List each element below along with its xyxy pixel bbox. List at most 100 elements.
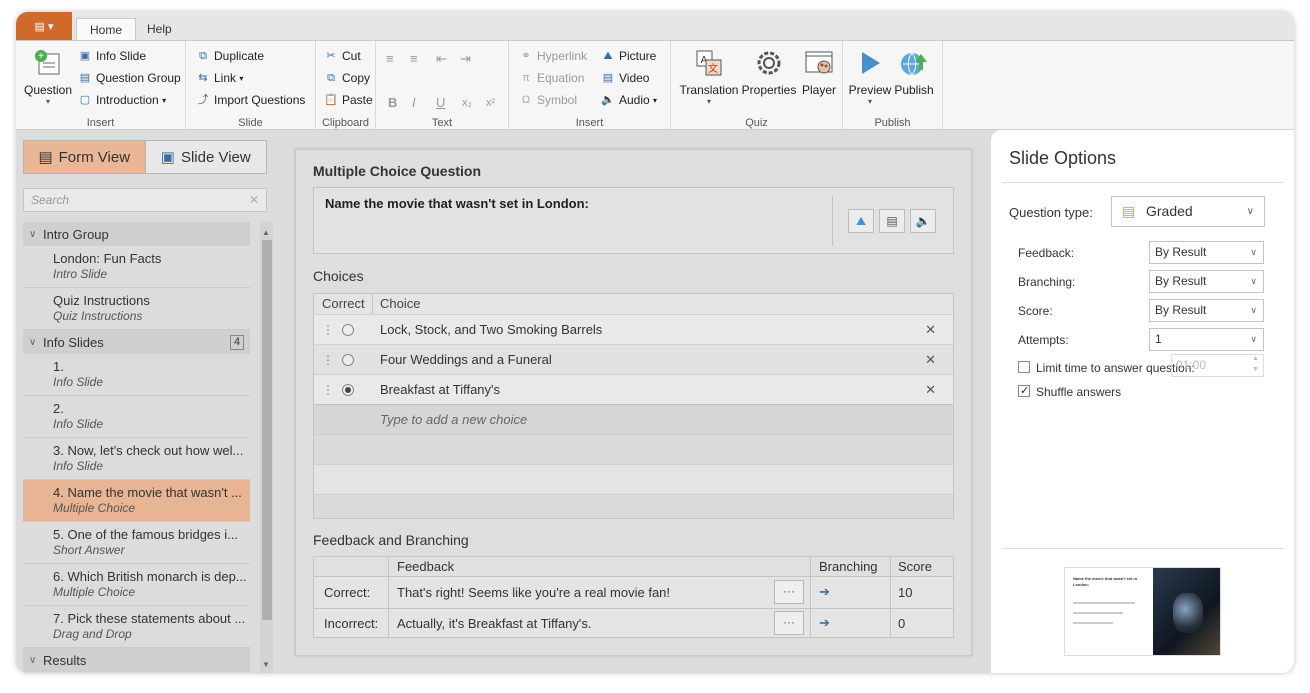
feedback-text-correct[interactable]: That's right! Seems like you're a real m… <box>397 585 670 600</box>
tab-help[interactable]: Help <box>134 18 185 40</box>
spinner-icon[interactable]: ▲ ▼ <box>1252 353 1259 375</box>
scrollbar-thumb[interactable] <box>262 240 272 620</box>
decrease-indent-icon[interactable]: ⇤ <box>436 51 447 67</box>
translation-button[interactable]: A文 Translation ▾ <box>677 47 741 106</box>
duplicate-button[interactable]: ⧉ Duplicate <box>196 49 264 63</box>
shuffle-answers-checkbox[interactable] <box>1018 384 1030 397</box>
form-view-button[interactable]: ▤ Form View <box>24 141 146 173</box>
clear-search-icon[interactable]: ✕ <box>249 189 259 211</box>
cut-button[interactable]: ✂ Cut <box>324 49 360 63</box>
increase-indent-icon[interactable]: ⇥ <box>460 51 471 67</box>
feedback-text-incorrect[interactable]: Actually, it's Breakfast at Tiffany's. <box>397 616 592 631</box>
superscript-button[interactable]: x² <box>486 97 495 109</box>
choice-row[interactable]: ⋮ Lock, Stock, and Two Smoking Barrels ✕ <box>314 314 953 344</box>
branching-dropdown[interactable]: By Result ∨ <box>1149 270 1264 293</box>
more-options-button[interactable]: ··· <box>774 611 804 635</box>
delete-icon[interactable]: ✕ <box>925 382 936 398</box>
drag-handle-icon[interactable]: ⋮ <box>322 383 334 397</box>
new-choice-row[interactable]: Type to add a new choice <box>314 404 953 434</box>
choice-row[interactable]: ⋮ Four Weddings and a Funeral ✕ <box>314 344 953 374</box>
search-input[interactable]: Search ✕ <box>23 188 267 212</box>
limit-time-checkbox[interactable] <box>1018 361 1030 373</box>
symbol-button[interactable]: Ω Symbol <box>519 93 577 107</box>
list-item[interactable]: Quiz Instructions Quiz Instructions <box>23 288 250 330</box>
branch-arrow-icon[interactable]: ➔ <box>819 615 830 631</box>
branch-arrow-icon[interactable]: ➔ <box>819 584 830 600</box>
insert-image-button[interactable]: ⛰ <box>848 209 874 233</box>
numbered-list-icon[interactable]: ≡ <box>410 51 418 66</box>
score-incorrect[interactable]: 0 <box>898 616 905 631</box>
info-slide-button[interactable]: ▣ Info Slide <box>78 49 146 63</box>
slide-thumbnail[interactable]: Name the movie that wasn't set in London… <box>1064 567 1221 656</box>
publish-button[interactable]: Publish <box>893 47 935 97</box>
scroll-up-icon[interactable]: ▲ <box>262 228 270 237</box>
question-group-button[interactable]: ▤ Question Group <box>78 71 181 85</box>
list-item[interactable]: 1. Info Slide <box>23 354 250 396</box>
thumbnail-line <box>1073 622 1113 624</box>
link-button[interactable]: ⇆ Link ▾ <box>196 71 243 85</box>
chevron-down-icon: ▾ <box>653 95 658 105</box>
player-button[interactable]: Player <box>799 47 839 97</box>
attempts-dropdown[interactable]: 1 ∨ <box>1149 328 1264 351</box>
list-item[interactable]: 2. Info Slide <box>23 396 250 438</box>
correct-radio-selected[interactable] <box>342 383 354 396</box>
more-options-button[interactable]: ··· <box>774 580 804 604</box>
slide-group: ⧉ Duplicate ⇆ Link ▾ ⤴ Import Questions Sli… <box>186 41 316 131</box>
scrollbar[interactable]: ▲ ▼ <box>260 222 273 673</box>
list-item-selected[interactable]: 4. Name the movie that wasn't ... Multipl… <box>23 480 250 522</box>
correct-radio[interactable] <box>342 353 354 366</box>
question-text-field[interactable]: Name the movie that wasn't set in London… <box>313 187 954 254</box>
tab-home[interactable]: Home <box>76 18 137 40</box>
underline-button[interactable]: U <box>436 95 445 110</box>
italic-button[interactable]: I <box>412 95 416 110</box>
list-item[interactable]: 7. Pick these statements about ... Drag a… <box>23 606 250 648</box>
picture-button[interactable]: ⛰ Picture <box>601 49 656 63</box>
group-label-slide: Slide <box>238 117 263 129</box>
list-item[interactable]: London: Fun Facts Intro Slide <box>23 246 250 288</box>
group-header[interactable]: ∨ Info Slides 4 <box>23 330 250 354</box>
insert-audio-button[interactable]: 🔈 <box>910 209 936 233</box>
time-limit-field[interactable]: 01:00 ▲ ▼ <box>1171 354 1264 377</box>
bullet-list-icon[interactable]: ≡ <box>386 51 394 66</box>
group-header[interactable]: ∨ Intro Group <box>23 222 250 246</box>
copy-button[interactable]: ⧉ Copy <box>324 71 370 85</box>
correct-radio[interactable] <box>342 323 354 336</box>
question-button[interactable]: + Question ▾ <box>24 47 72 106</box>
choice-row[interactable]: ⋮ Breakfast at Tiffany's ✕ <box>314 374 953 404</box>
score-dropdown[interactable]: By Result ∨ <box>1149 299 1264 322</box>
chevron-down-icon[interactable]: ∨ <box>29 229 43 240</box>
audio-button[interactable]: 🔈 Audio ▾ <box>601 93 657 107</box>
group-header[interactable]: ∨ Results <box>23 648 250 672</box>
properties-button[interactable]: Properties <box>739 47 799 97</box>
drag-handle-icon[interactable]: ⋮ <box>322 353 334 367</box>
scroll-down-icon[interactable]: ▼ <box>262 660 270 669</box>
list-item[interactable]: 3. Now, let's check out how wel... Info S… <box>23 438 250 480</box>
insert-video-button[interactable]: ▤ <box>879 209 905 233</box>
question-icon: + <box>32 47 64 79</box>
subscript-button[interactable]: x₂ <box>462 97 472 109</box>
paste-button[interactable]: 📋 Paste <box>324 93 373 107</box>
delete-icon[interactable]: ✕ <box>925 352 936 368</box>
question-type-dropdown[interactable]: ▤ Graded ∨ <box>1111 196 1265 227</box>
slide-view-button[interactable]: ▣ Slide View <box>146 141 267 173</box>
drag-handle-icon[interactable]: ⋮ <box>322 323 334 337</box>
introduction-button[interactable]: ▢ Introduction ▾ <box>78 93 166 107</box>
quiz-group: A文 Translation ▾ Properties Player Quiz <box>671 41 843 131</box>
delete-icon[interactable]: ✕ <box>925 322 936 338</box>
chevron-down-icon[interactable]: ∨ <box>29 337 43 348</box>
equation-button[interactable]: π Equation <box>519 71 584 85</box>
bold-button[interactable]: B <box>388 95 397 110</box>
import-questions-button[interactable]: ⤴ Import Questions <box>196 93 306 107</box>
preview-button[interactable]: Preview ▾ <box>849 47 891 106</box>
empty-row <box>314 464 953 494</box>
feedback-dropdown[interactable]: By Result ∨ <box>1149 241 1264 264</box>
list-item[interactable]: 5. One of the famous bridges i... Short A… <box>23 522 250 564</box>
video-button[interactable]: ▤ Video <box>601 71 650 85</box>
hyperlink-button[interactable]: ⚭ Hyperlink <box>519 49 587 63</box>
player-icon <box>803 47 835 79</box>
info-slide-icon: ▣ <box>79 50 91 62</box>
chevron-down-icon[interactable]: ∨ <box>29 655 43 666</box>
score-correct[interactable]: 10 <box>898 585 912 600</box>
list-item[interactable]: 6. Which British monarch is dep... Multip… <box>23 564 250 606</box>
app-menu-button[interactable]: ▤ ▾ <box>16 12 72 40</box>
